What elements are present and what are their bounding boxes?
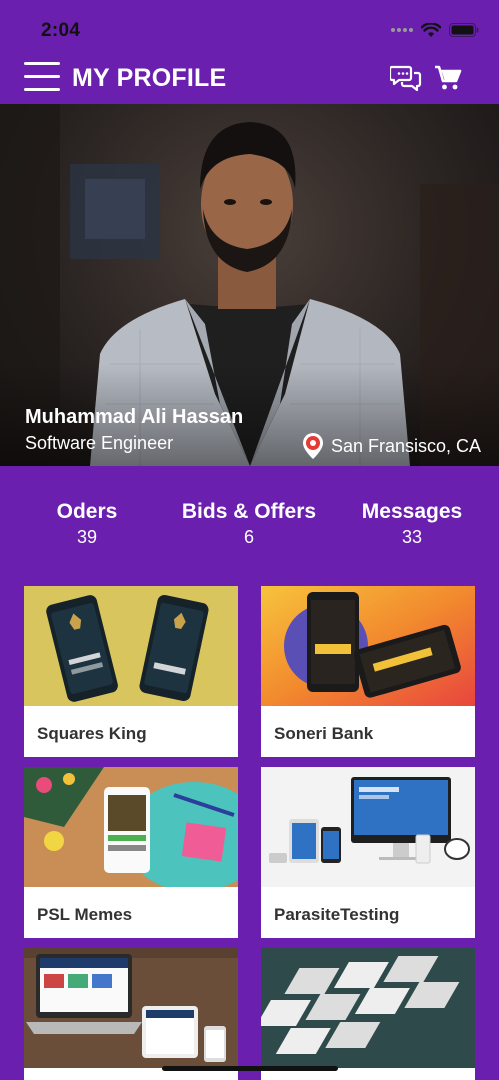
home-indicator [162, 1066, 338, 1071]
status-icons [391, 20, 479, 40]
battery-icon [449, 23, 479, 37]
stat-messages[interactable]: Messages 33 [332, 500, 492, 548]
portfolio-card[interactable] [261, 948, 475, 1080]
profile-stats: Oders 39 Bids & Offers 6 Messages 33 [0, 500, 499, 560]
portfolio-thumbnail [261, 586, 475, 706]
portfolio-title: ParasiteTesting [274, 905, 400, 924]
stat-value: 6 [243, 527, 254, 547]
portfolio-thumbnail [261, 948, 475, 1068]
portfolio-thumbnail [24, 767, 238, 887]
stat-value: 39 [76, 527, 98, 547]
stat-bids-offers[interactable]: Bids & Offers 6 [169, 500, 329, 548]
status-bar: 2:04 [0, 0, 499, 60]
wifi-icon [421, 22, 441, 37]
page-title: MY PROFILE [72, 64, 227, 92]
portfolio-thumbnail [24, 586, 238, 706]
chat-icon [388, 65, 422, 92]
chat-button[interactable] [388, 64, 422, 94]
stat-label: Messages [361, 500, 463, 523]
profile-location: San Fransisco, CA [301, 432, 481, 460]
portfolio-thumbnail [24, 948, 238, 1068]
cart-button[interactable] [434, 64, 466, 94]
cart-icon [435, 65, 462, 90]
portfolio-card[interactable]: Squares King [24, 586, 238, 757]
signal-icon [391, 28, 413, 32]
profile-role: Software Engineer [25, 433, 174, 453]
profile-cover-photo: Muhammad Ali Hassan Software Engineer Sa… [0, 104, 499, 466]
portfolio-card[interactable]: PSL Memes [24, 767, 238, 938]
portfolio-title: Soneri Bank [274, 724, 374, 743]
portfolio-title: PSL Memes [37, 905, 133, 924]
portfolio-thumbnail [261, 767, 475, 887]
stat-label: Bids & Offers [181, 500, 317, 523]
status-time: 2:04 [41, 20, 81, 41]
location-pin-icon [302, 433, 323, 459]
portfolio-card[interactable]: Soneri Bank [261, 586, 475, 757]
profile-name: Muhammad Ali Hassan [25, 406, 244, 428]
stat-orders[interactable]: Oders 39 [7, 500, 167, 548]
menu-button[interactable] [24, 62, 60, 94]
portfolio-card[interactable] [24, 948, 238, 1080]
portfolio-title: Squares King [37, 724, 147, 743]
stat-value: 33 [401, 527, 423, 547]
stat-label: Oders [56, 500, 118, 523]
profile-location-text: San Fransisco, CA [330, 435, 481, 456]
app-bar: MY PROFILE [0, 52, 499, 104]
portfolio-card[interactable]: ParasiteTesting [261, 767, 475, 938]
